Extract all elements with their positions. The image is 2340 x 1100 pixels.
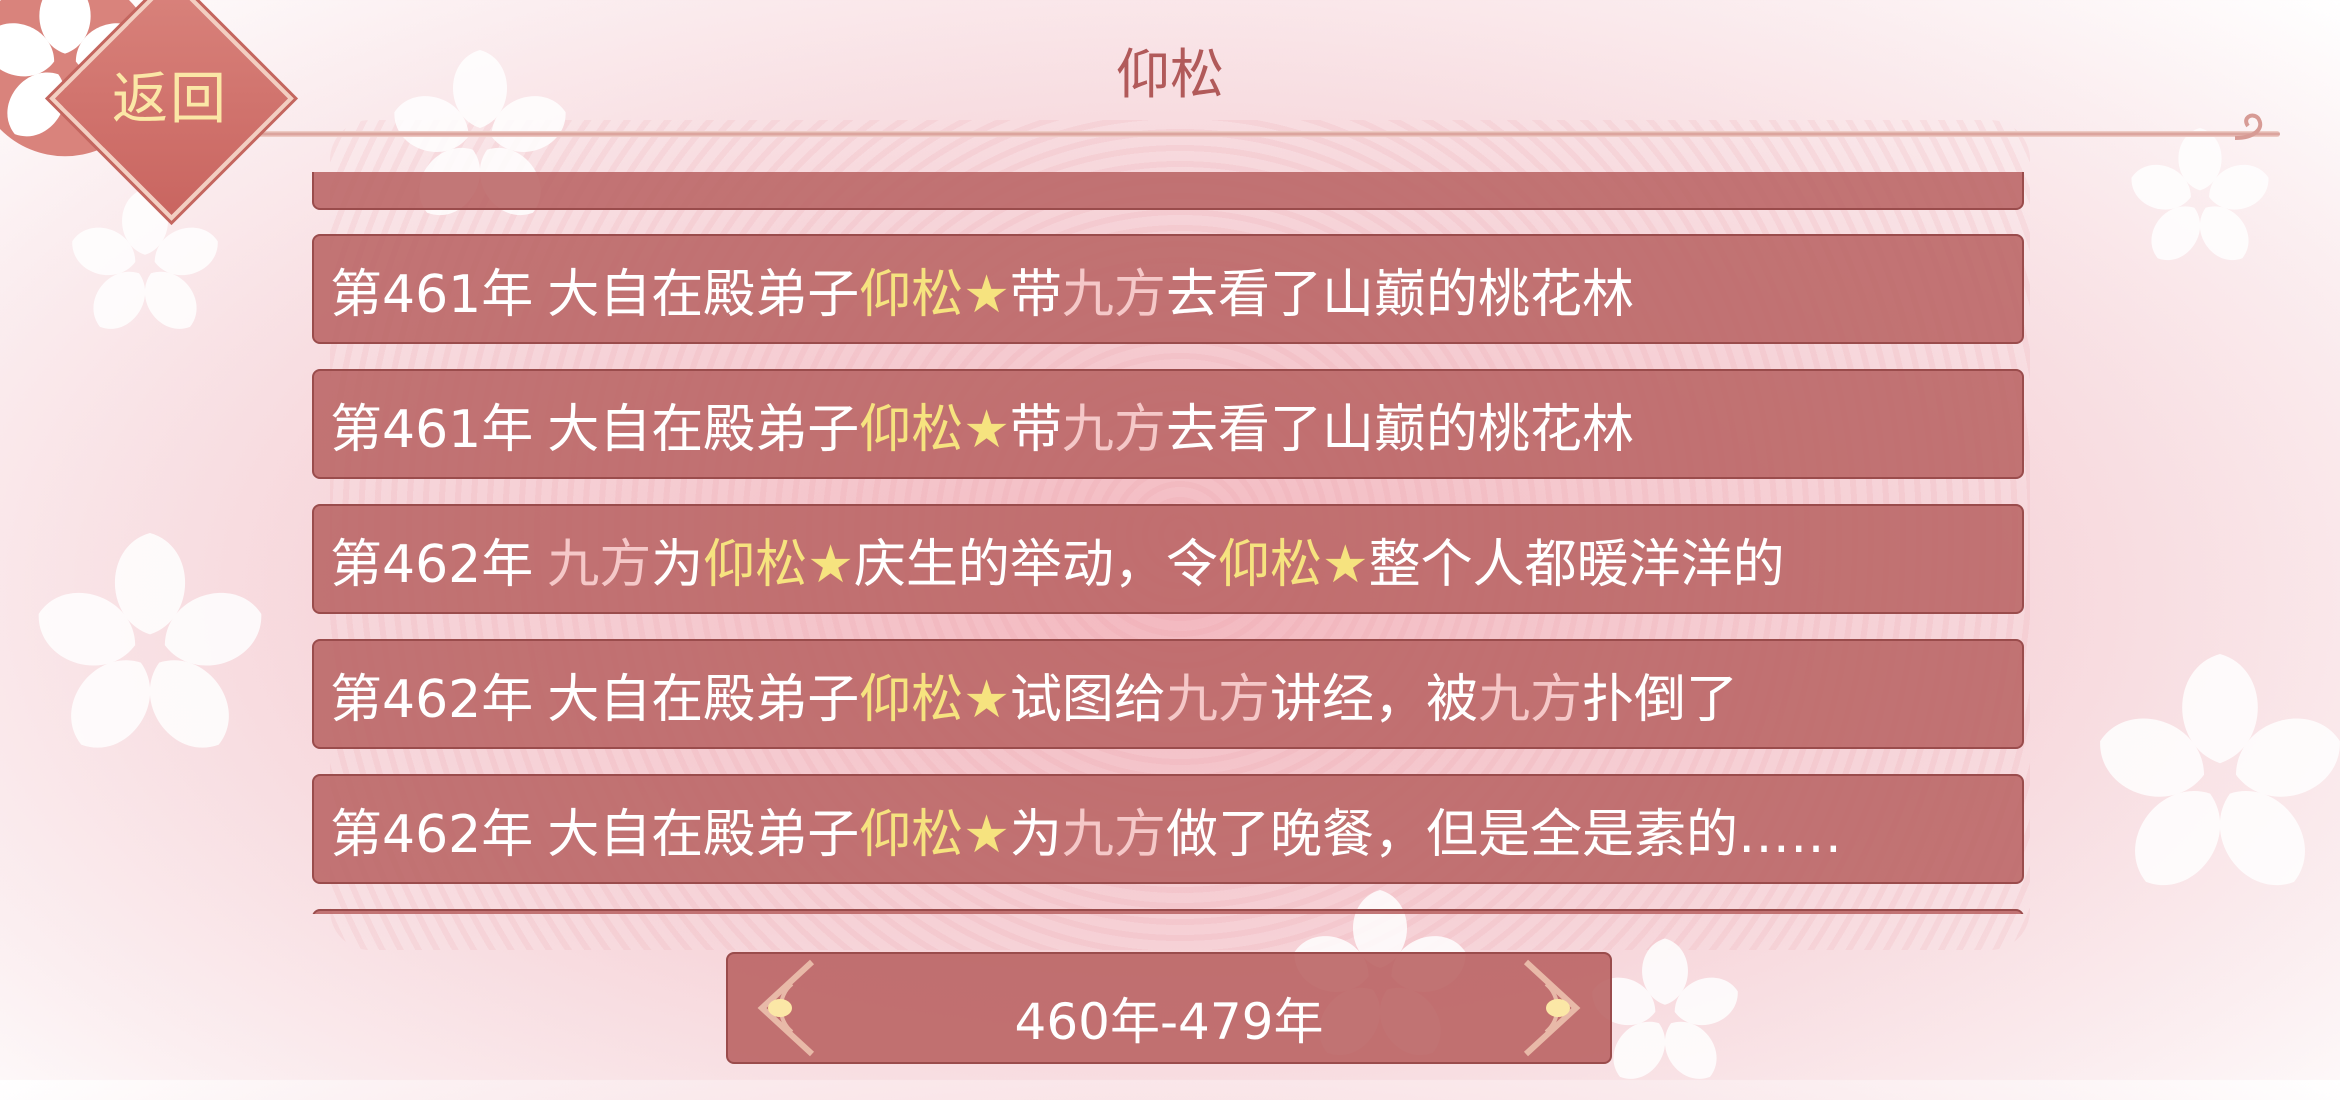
entry-text: 大自在殿弟子 — [547, 804, 860, 865]
partner-name: 九方 — [1061, 264, 1166, 325]
entry-text: 为 — [651, 534, 704, 595]
background-blossom-icon — [65, 188, 225, 341]
entry-text: 带 — [1009, 264, 1062, 325]
entry-text: 讲经，被 — [1269, 669, 1478, 730]
page-title: 仰松 — [1116, 43, 1224, 106]
event-list[interactable]: 第461年 大自在殿弟子 仰松★ 带九方 去看了山巅的桃花林 第461年 大自在殿弟子… — [312, 172, 2028, 914]
character-name: 仰松★ — [859, 399, 1010, 460]
divider-curl-icon — [2234, 113, 2263, 140]
list-item: 第461年 大自在殿弟子 仰松★ 带九方 去看了山巅的桃花林 — [312, 234, 2024, 344]
entry-text: 去看了山巅的桃花林 — [1165, 264, 1634, 325]
character-name: 仰松★ — [859, 669, 1010, 730]
entry-text: 试图给 — [1009, 669, 1166, 730]
entry-text: 整个人都暖洋洋的 — [1368, 534, 1785, 595]
entry-year: 第462年 — [330, 534, 534, 595]
list-item: 第462年 大自在殿弟子 仰松★ 为九方 做了晚餐，但是全是素的…… — [312, 774, 2024, 884]
entry-year: 第461年 — [330, 399, 534, 460]
entry-text: 大自在殿弟子 — [547, 669, 860, 730]
character-name: 仰松★ — [1217, 534, 1369, 595]
partner-name: 九方 — [547, 534, 652, 595]
year-range-pager: 460年-479年 — [726, 952, 1612, 1064]
partner-name: 九方 — [1061, 804, 1166, 865]
partner-name: 九方 — [1061, 399, 1166, 460]
partner-name: 九方 — [1477, 669, 1582, 730]
title-divider — [170, 131, 2280, 137]
background-blossom-icon — [27, 533, 273, 766]
list-item-partial — [312, 909, 2024, 914]
list-item: 第461年 大自在殿弟子 仰松★ 带九方 去看了山巅的桃花林 — [312, 369, 2024, 479]
entry-year: 第462年 — [330, 669, 534, 730]
entry-text: 庆生的举动，令 — [853, 534, 1218, 595]
entry-text: 做了晚餐，但是全是素的…… — [1165, 804, 1842, 865]
list-item: 第462年 九方为 仰松★ 庆生的举动，令 仰松★ 整个人都暖洋洋的 — [312, 504, 2024, 614]
year-range-label: 460年-479年 — [1014, 993, 1324, 1051]
partner-name: 九方 — [1165, 669, 1270, 730]
entry-year: 第462年 — [330, 804, 534, 865]
background-blossom-icon — [2088, 654, 2340, 905]
entry-text: 去看了山巅的桃花林 — [1165, 399, 1634, 460]
entry-text: 大自在殿弟子 — [547, 264, 860, 325]
next-page-arrow-icon[interactable] — [1506, 954, 1596, 1062]
entry-text: 为 — [1009, 804, 1062, 865]
entry-text: 带 — [1009, 399, 1062, 460]
entry-year: 第461年 — [330, 264, 534, 325]
entry-text: 大自在殿弟子 — [547, 399, 860, 460]
list-item-partial — [312, 172, 2024, 210]
character-name: 仰松★ — [859, 804, 1010, 865]
character-name: 仰松★ — [703, 534, 854, 595]
list-item: 第462年 大自在殿弟子 仰松★ 试图给 九方 讲经，被 九方 扑倒了 — [312, 639, 2024, 749]
entry-text: 扑倒了 — [1581, 669, 1738, 730]
character-name: 仰松★ — [859, 264, 1010, 325]
